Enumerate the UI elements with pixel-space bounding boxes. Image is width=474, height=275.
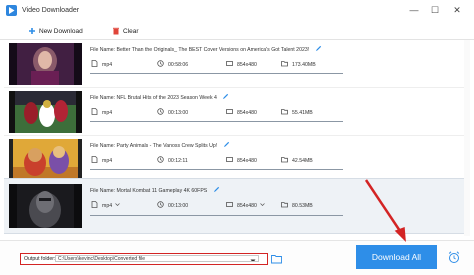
minimize-button[interactable]: —	[407, 4, 421, 17]
resolution-icon	[226, 109, 233, 114]
video-thumbnail	[9, 184, 82, 228]
duration-value: 00:58:06	[168, 62, 189, 68]
resolution-icon	[226, 202, 233, 207]
duration-value: 00:13:00	[168, 110, 189, 116]
clock-icon	[157, 201, 164, 208]
scrollbar[interactable]	[464, 40, 470, 236]
toolbar: New Download Clear	[0, 22, 474, 40]
video-thumbnail	[9, 139, 82, 181]
output-folder-label: Output folder:	[24, 256, 56, 262]
open-folder-icon[interactable]	[271, 254, 282, 264]
folder-icon	[281, 109, 288, 115]
file-icon	[91, 108, 98, 115]
pencil-icon[interactable]	[213, 186, 220, 193]
clear-button[interactable]: Clear	[112, 26, 139, 37]
format-value: mp4	[102, 158, 113, 164]
pencil-icon[interactable]	[315, 45, 322, 52]
maximize-button[interactable]: ☐	[428, 4, 442, 17]
trash-icon	[113, 27, 119, 35]
file-name-text: File Name: Better Than the Originals_ Th…	[90, 47, 310, 53]
new-download-button[interactable]: New Download	[28, 26, 83, 37]
size-info: 42.54MB	[281, 156, 313, 165]
app-logo-icon	[6, 5, 17, 16]
resolution-value: 854x480	[237, 110, 257, 116]
resolution-info[interactable]: 854x480	[226, 201, 265, 210]
duration-value: 00:13:00	[168, 203, 189, 209]
format-info: mp4	[91, 156, 112, 165]
video-thumbnail	[9, 43, 82, 85]
file-name: File Name: Mortal Kombat 11 Gameplay 4K …	[90, 186, 220, 194]
folder-icon	[281, 61, 288, 67]
output-folder-path: C:\Users\kevinc\Desktop\Converted file	[58, 256, 145, 262]
app-title: Video Downloader	[22, 7, 80, 14]
output-folder-field[interactable]: C:\Users\kevinc\Desktop\Converted file	[55, 255, 259, 262]
size-value: 80.53MB	[292, 203, 313, 209]
resolution-info: 854x480	[226, 156, 257, 165]
size-info: 80.53MB	[281, 201, 313, 210]
duration-info: 00:13:00	[157, 108, 188, 117]
resolution-value: 854x480	[237, 203, 257, 209]
clock-icon	[157, 156, 164, 163]
file-name: File Name: NFL Brutal Hits of the 2023 S…	[90, 93, 229, 101]
resolution-icon	[226, 61, 233, 66]
download-all-button[interactable]: Download All	[356, 245, 437, 269]
alarm-clock-icon[interactable]	[448, 250, 460, 264]
pencil-icon[interactable]	[222, 93, 229, 100]
folder-icon	[281, 157, 288, 163]
list-item[interactable]: File Name: Better Than the Originals_ Th…	[4, 40, 470, 88]
format-value: mp4	[102, 203, 113, 209]
duration-info: 00:13:00	[157, 201, 188, 210]
duration-value: 00:12:11	[168, 158, 188, 164]
file-icon	[91, 60, 98, 67]
list-item-selected[interactable]: File Name: Mortal Kombat 11 Gameplay 4K …	[4, 178, 470, 234]
format-value: mp4	[102, 62, 113, 68]
size-info: 173.40MB	[281, 60, 316, 69]
download-list: File Name: Better Than the Originals_ Th…	[4, 40, 470, 240]
list-item[interactable]: File Name: Party Animals - The Vanoss Cr…	[4, 136, 470, 184]
progress-line	[90, 73, 343, 74]
output-folder-box: Output folder: C:\Users\kevinc\Desktop\C…	[20, 253, 268, 265]
file-name-text: File Name: NFL Brutal Hits of the 2023 S…	[90, 95, 217, 101]
resolution-info: 854x480	[226, 108, 257, 117]
chevron-down-icon	[260, 203, 265, 206]
size-info: 55.41MB	[281, 108, 313, 117]
resolution-value: 854x480	[237, 158, 257, 164]
file-name: File Name: Party Animals - The Vanoss Cr…	[90, 141, 230, 149]
file-icon	[91, 156, 98, 163]
file-name: File Name: Better Than the Originals_ Th…	[90, 45, 322, 53]
clear-label: Clear	[123, 28, 139, 35]
clock-icon	[157, 60, 164, 67]
resolution-icon	[226, 157, 233, 162]
duration-info: 00:58:06	[157, 60, 188, 69]
pencil-icon[interactable]	[223, 141, 230, 148]
progress-line	[90, 215, 343, 216]
title-bar: Video Downloader — ☐ ✕	[0, 0, 474, 22]
file-name-text: File Name: Party Animals - The Vanoss Cr…	[90, 143, 218, 149]
file-icon	[91, 201, 98, 208]
folder-icon	[281, 202, 288, 208]
clock-icon	[157, 108, 164, 115]
format-info[interactable]: mp4	[91, 201, 120, 210]
size-value: 173.40MB	[292, 62, 316, 68]
chevron-down-icon	[115, 203, 120, 206]
size-value: 55.41MB	[292, 110, 313, 116]
size-value: 42.54MB	[292, 158, 313, 164]
list-item[interactable]: File Name: NFL Brutal Hits of the 2023 S…	[4, 88, 470, 136]
close-button[interactable]: ✕	[450, 4, 464, 17]
format-info: mp4	[91, 108, 112, 117]
resolution-info: 854x480	[226, 60, 257, 69]
format-info: mp4	[91, 60, 112, 69]
format-value: mp4	[102, 110, 113, 116]
progress-line	[90, 121, 343, 122]
video-thumbnail	[9, 91, 82, 133]
file-name-text: File Name: Mortal Kombat 11 Gameplay 4K …	[90, 188, 208, 194]
plus-icon	[29, 28, 35, 34]
chevron-down-icon[interactable]	[250, 258, 256, 262]
duration-info: 00:12:11	[157, 156, 188, 165]
new-download-label: New Download	[39, 28, 83, 35]
resolution-value: 854x480	[237, 62, 257, 68]
progress-line	[90, 169, 343, 170]
